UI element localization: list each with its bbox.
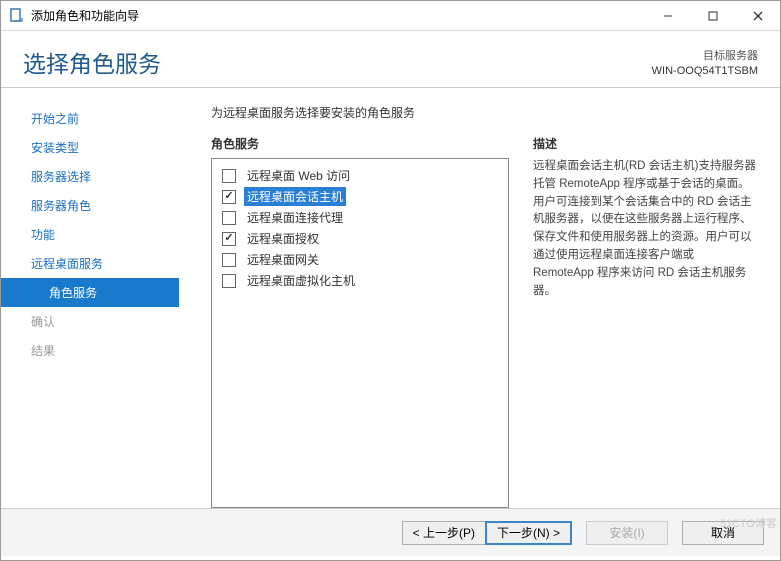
wizard-footer: < 上一步(P) 下一步(N) > 安装(I) 取消: [1, 508, 780, 556]
role-label: 远程桌面虚拟化主机: [244, 271, 358, 290]
nav-item-2[interactable]: 服务器选择: [1, 162, 179, 191]
role-row-3[interactable]: 远程桌面授权: [216, 228, 504, 249]
roles-listbox[interactable]: 远程桌面 Web 访问远程桌面会话主机远程桌面连接代理远程桌面授权远程桌面网关远…: [211, 158, 509, 508]
app-icon: [9, 8, 25, 24]
nav-item-6[interactable]: 角色服务: [1, 278, 179, 307]
role-checkbox[interactable]: [222, 232, 236, 246]
role-label: 远程桌面授权: [244, 229, 322, 248]
role-row-0[interactable]: 远程桌面 Web 访问: [216, 165, 504, 186]
page-title: 选择角色服务: [23, 45, 652, 79]
roles-heading: 角色服务: [211, 135, 509, 152]
nav-item-7: 确认: [1, 307, 179, 336]
role-label: 远程桌面连接代理: [244, 208, 346, 227]
titlebar: 添加角色和功能向导: [1, 1, 780, 31]
previous-button[interactable]: < 上一步(P): [402, 521, 485, 545]
minimize-button[interactable]: [645, 1, 690, 30]
window-title: 添加角色和功能向导: [31, 7, 139, 24]
role-checkbox[interactable]: [222, 274, 236, 288]
nav-item-0[interactable]: 开始之前: [1, 104, 179, 133]
target-server-block: 目标服务器 WIN-OOQ54T1TSBM: [652, 45, 758, 79]
role-row-5[interactable]: 远程桌面虚拟化主机: [216, 270, 504, 291]
wizard-header: 选择角色服务 目标服务器 WIN-OOQ54T1TSBM: [1, 31, 780, 88]
nav-item-8: 结果: [1, 336, 179, 365]
wizard-nav: 开始之前安装类型服务器选择服务器角色功能远程桌面服务角色服务确认结果: [1, 88, 179, 508]
maximize-button[interactable]: [690, 1, 735, 30]
role-label: 远程桌面 Web 访问: [244, 166, 353, 185]
role-checkbox[interactable]: [222, 253, 236, 267]
nav-item-5[interactable]: 远程桌面服务: [1, 249, 179, 278]
instruction-text: 为远程桌面服务选择要安装的角色服务: [211, 104, 762, 121]
target-server-name: WIN-OOQ54T1TSBM: [652, 64, 758, 79]
role-row-2[interactable]: 远程桌面连接代理: [216, 207, 504, 228]
description-heading: 描述: [533, 135, 762, 152]
role-label: 远程桌面会话主机: [244, 187, 346, 206]
nav-item-4[interactable]: 功能: [1, 220, 179, 249]
close-button[interactable]: [735, 1, 780, 30]
description-text: 远程桌面会话主机(RD 会话主机)支持服务器托管 RemoteApp 程序或基于…: [533, 158, 762, 301]
next-button[interactable]: 下一步(N) >: [485, 521, 572, 545]
nav-item-1[interactable]: 安装类型: [1, 133, 179, 162]
install-button: 安装(I): [586, 521, 668, 545]
nav-item-3[interactable]: 服务器角色: [1, 191, 179, 220]
role-row-4[interactable]: 远程桌面网关: [216, 249, 504, 270]
role-checkbox[interactable]: [222, 211, 236, 225]
role-row-1[interactable]: 远程桌面会话主机: [216, 186, 504, 207]
role-label: 远程桌面网关: [244, 250, 322, 269]
role-checkbox[interactable]: [222, 169, 236, 183]
role-checkbox[interactable]: [222, 190, 236, 204]
cancel-button[interactable]: 取消: [682, 521, 764, 545]
target-server-label: 目标服务器: [652, 49, 758, 64]
